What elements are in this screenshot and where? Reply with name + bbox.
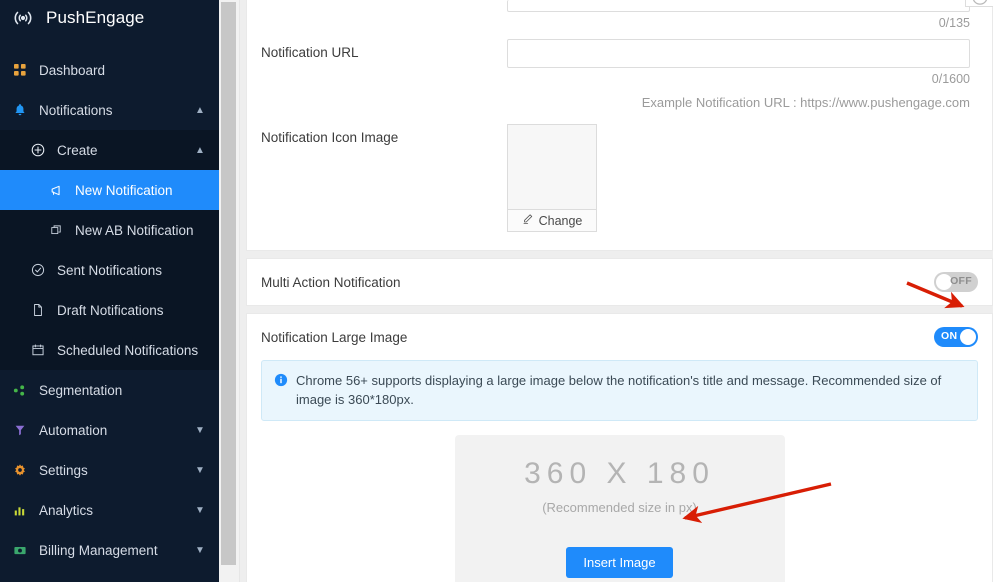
chevron-up-icon[interactable]: ▲ bbox=[189, 145, 211, 156]
scrollbar-thumb[interactable] bbox=[221, 2, 236, 565]
chevron-down-icon[interactable]: ▼ bbox=[189, 425, 211, 436]
toggle-state-label: OFF bbox=[950, 275, 972, 287]
notification-url-row: Notification URL 0/1600 Example Notifica… bbox=[247, 39, 992, 110]
chevron-down-icon[interactable]: ▼ bbox=[189, 465, 211, 476]
calendar-icon bbox=[28, 342, 48, 358]
copy-icon bbox=[46, 222, 66, 238]
dropzone-subtext: (Recommended size in px) bbox=[542, 500, 697, 515]
multi-action-notification-toggle[interactable]: OFF bbox=[934, 272, 978, 292]
insert-image-button[interactable]: Insert Image bbox=[566, 547, 673, 578]
sidebar-item-label: New AB Notification bbox=[75, 222, 194, 238]
message-character-counter: 0/135 bbox=[938, 16, 970, 30]
notification-form-card: 0/135 Notification URL 0/1600 Example No… bbox=[246, 0, 993, 251]
chevron-up-icon[interactable]: ▲ bbox=[189, 105, 211, 116]
sidebar-item-label: Dashboard bbox=[39, 62, 106, 78]
sidebar-item-notifications[interactable]: Notifications ▲ bbox=[0, 90, 219, 130]
app-root: PushEngage Dashboard Notifications ▲ Cre… bbox=[0, 0, 993, 582]
notification-icon-image-field: Change bbox=[507, 124, 978, 232]
sidebar-item-label: Automation bbox=[39, 422, 108, 438]
sidebar-item-label: Settings bbox=[39, 462, 88, 478]
check-circle-icon bbox=[28, 262, 48, 278]
plus-circle-icon bbox=[28, 142, 48, 158]
multi-action-notification-card: Multi Action Notification OFF bbox=[246, 258, 993, 306]
notification-large-image-row: Notification Large Image ON bbox=[247, 314, 992, 360]
sidebar-item-label: Sent Notifications bbox=[57, 262, 163, 278]
file-icon bbox=[28, 302, 48, 318]
notification-message-input[interactable] bbox=[507, 0, 970, 12]
dropzone-size-text: 360 X 180 bbox=[524, 457, 715, 490]
chevron-down-icon[interactable]: ▼ bbox=[189, 545, 211, 556]
notification-message-field-wrap: 0/135 bbox=[507, 0, 993, 30]
broadcast-signal-icon bbox=[10, 8, 36, 28]
sidebar: PushEngage Dashboard Notifications ▲ Cre… bbox=[0, 0, 219, 582]
multi-action-notification-label: Multi Action Notification bbox=[261, 274, 401, 290]
notification-url-label: Notification URL bbox=[261, 45, 359, 60]
icon-image-change-button[interactable]: Change bbox=[508, 209, 596, 231]
notification-large-image-card: Notification Large Image ON Chrome 56+ s… bbox=[246, 313, 993, 582]
sidebar-item-settings[interactable]: Settings ▼ bbox=[0, 450, 219, 490]
sidebar-item-new-ab-notification[interactable]: New AB Notification bbox=[0, 210, 219, 250]
megaphone-icon bbox=[46, 182, 66, 198]
info-circle-icon bbox=[274, 373, 288, 409]
sidebar-item-label: Draft Notifications bbox=[57, 302, 164, 318]
url-example-hint: Example Notification URL : https://www.p… bbox=[641, 95, 970, 110]
large-image-info-text: Chrome 56+ supports displaying a large i… bbox=[296, 373, 942, 407]
url-character-counter: 0/1600 bbox=[931, 72, 970, 86]
sidebar-item-sent-notifications[interactable]: Sent Notifications bbox=[0, 250, 219, 290]
main-content: 0/135 Notification URL 0/1600 Example No… bbox=[240, 0, 993, 582]
notification-url-input[interactable] bbox=[507, 39, 970, 68]
sidebar-item-label: Notifications bbox=[39, 102, 113, 118]
sidebar-item-new-notification[interactable]: New Notification bbox=[0, 170, 219, 210]
notification-message-label bbox=[261, 0, 507, 6]
brand[interactable]: PushEngage bbox=[0, 2, 219, 34]
toggle-state-label: ON bbox=[941, 330, 958, 342]
sidebar-item-label: Scheduled Notifications bbox=[57, 342, 199, 358]
notification-large-image-label: Notification Large Image bbox=[261, 329, 408, 345]
money-icon bbox=[10, 542, 30, 558]
emoji-picker-button[interactable] bbox=[965, 0, 993, 7]
segment-icon bbox=[10, 382, 30, 398]
toggle-knob bbox=[960, 329, 976, 345]
sidebar-item-label: Analytics bbox=[39, 502, 94, 518]
icon-image-preview bbox=[508, 125, 596, 209]
grid-icon bbox=[10, 62, 30, 78]
large-image-dropzone[interactable]: 360 X 180 (Recommended size in px) Inser… bbox=[454, 435, 785, 582]
sidebar-item-label: Billing Management bbox=[39, 542, 158, 558]
sidebar-item-analytics[interactable]: Analytics ▼ bbox=[0, 490, 219, 530]
notifications-submenu: Create ▲ New Notification New AB Notific… bbox=[0, 130, 219, 370]
sidebar-item-automation[interactable]: Automation ▼ bbox=[0, 410, 219, 450]
notification-icon-image-row: Notification Icon Image Change bbox=[247, 124, 992, 250]
large-image-info-banner: Chrome 56+ supports displaying a large i… bbox=[261, 360, 978, 421]
multi-action-notification-row: Multi Action Notification OFF bbox=[247, 259, 992, 305]
sidebar-nav: Dashboard Notifications ▲ Create ▲ New N… bbox=[0, 50, 219, 570]
sidebar-item-segmentation[interactable]: Segmentation bbox=[0, 370, 219, 410]
sidebar-item-billing-management[interactable]: Billing Management ▼ bbox=[0, 530, 219, 570]
sidebar-item-label: Segmentation bbox=[39, 382, 123, 398]
sidebar-item-create[interactable]: Create ▲ bbox=[0, 130, 219, 170]
sidebar-item-dashboard[interactable]: Dashboard bbox=[0, 50, 219, 90]
chart-icon bbox=[10, 502, 30, 518]
bell-icon bbox=[10, 102, 30, 118]
gear-icon bbox=[10, 462, 30, 478]
notification-url-field-wrap: 0/1600 Example Notification URL : https:… bbox=[507, 39, 978, 110]
notification-large-image-toggle[interactable]: ON bbox=[934, 327, 978, 347]
icon-image-change-label: Change bbox=[538, 213, 583, 228]
brand-name: PushEngage bbox=[46, 8, 145, 27]
automation-icon bbox=[10, 422, 30, 438]
icon-image-box: Change bbox=[507, 124, 597, 232]
pencil-icon bbox=[522, 213, 534, 228]
notification-icon-image-label: Notification Icon Image bbox=[261, 130, 399, 145]
large-image-dropzone-wrap: 360 X 180 (Recommended size in px) Inser… bbox=[247, 435, 992, 582]
sidebar-item-draft-notifications[interactable]: Draft Notifications bbox=[0, 290, 219, 330]
chevron-down-icon[interactable]: ▼ bbox=[189, 505, 211, 516]
page-scrollbar[interactable] bbox=[219, 0, 240, 582]
sidebar-item-label: Create bbox=[57, 142, 98, 158]
sidebar-item-label: New Notification bbox=[75, 182, 173, 198]
notification-message-row: 0/135 bbox=[247, 0, 993, 30]
sidebar-item-scheduled-notifications[interactable]: Scheduled Notifications bbox=[0, 330, 219, 370]
